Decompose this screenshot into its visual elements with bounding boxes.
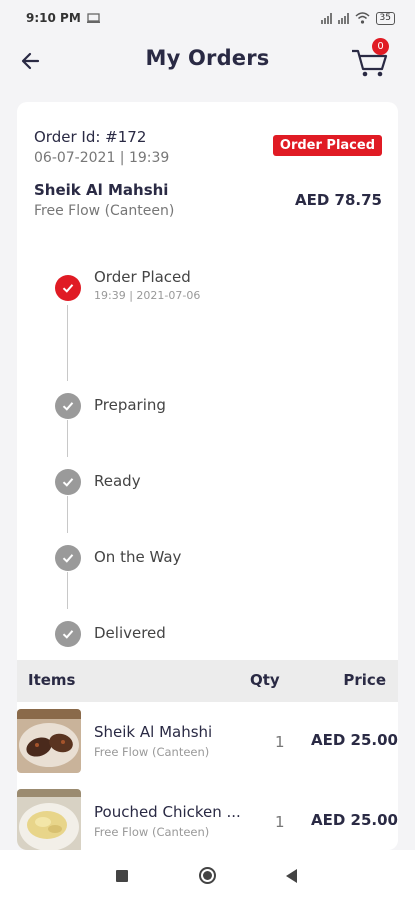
item-name: Pouched Chicken ... [94, 803, 241, 821]
battery-icon: 35 [375, 11, 395, 25]
items-column-header: Items [28, 671, 76, 689]
timeline-connector [67, 572, 68, 609]
app-header: My Orders [0, 36, 415, 86]
item-price: AED 25.00 [311, 811, 398, 829]
item-location: Free Flow (Canteen) [94, 825, 210, 839]
recent-apps-button[interactable] [116, 870, 128, 882]
items-table-header: Items Qty Price [17, 660, 398, 702]
step-label: On the Way [94, 548, 182, 566]
table-row[interactable]: Pouched Chicken ... Free Flow (Canteen) … [17, 789, 398, 850]
timeline-connector [67, 305, 68, 381]
restaurant-name: Sheik Al Mahshi [34, 181, 169, 199]
check-circle-icon [55, 469, 81, 495]
item-location: Free Flow (Canteen) [94, 745, 210, 759]
order-date: 06-07-2021 | 19:39 [34, 150, 170, 166]
system-nav-bar [0, 850, 415, 900]
step-time: 19:39 | 2021-07-06 [94, 289, 201, 302]
order-total: AED 78.75 [295, 191, 382, 209]
check-circle-icon [55, 621, 81, 647]
step-label: Order Placed [94, 268, 191, 286]
food-image [17, 789, 81, 850]
qty-column-header: Qty [250, 671, 280, 689]
timeline-connector [67, 496, 68, 533]
wifi-icon [355, 12, 370, 24]
home-button[interactable] [199, 867, 216, 884]
check-circle-icon [55, 393, 81, 419]
step-label: Delivered [94, 624, 166, 642]
screen-cast-icon [86, 13, 100, 23]
timeline-connector [67, 420, 68, 457]
order-card: Order Id: #172 06-07-2021 | 19:39 Order … [17, 102, 398, 850]
item-price: AED 25.00 [311, 731, 398, 749]
status-time: 9:10 PM [26, 11, 81, 25]
check-circle-icon [55, 545, 81, 571]
item-qty: 1 [275, 813, 285, 831]
item-qty: 1 [275, 733, 285, 751]
order-id: Order Id: #172 [34, 128, 147, 146]
signal-2-icon [337, 12, 349, 24]
cart-count-badge: 0 [372, 38, 389, 55]
status-badge: Order Placed [272, 135, 382, 156]
step-label: Preparing [94, 396, 166, 414]
system-back-button[interactable] [286, 869, 297, 883]
signal-icon [320, 12, 332, 24]
restaurant-location: Free Flow (Canteen) [34, 203, 175, 219]
status-bar: 9:10 PM 35 [0, 0, 415, 36]
table-row[interactable]: Sheik Al Mahshi Free Flow (Canteen) 1 AE… [17, 709, 398, 789]
price-column-header: Price [343, 671, 386, 689]
item-name: Sheik Al Mahshi [94, 723, 213, 741]
check-circle-icon [55, 275, 81, 301]
step-label: Ready [94, 472, 141, 490]
food-image [17, 709, 81, 773]
